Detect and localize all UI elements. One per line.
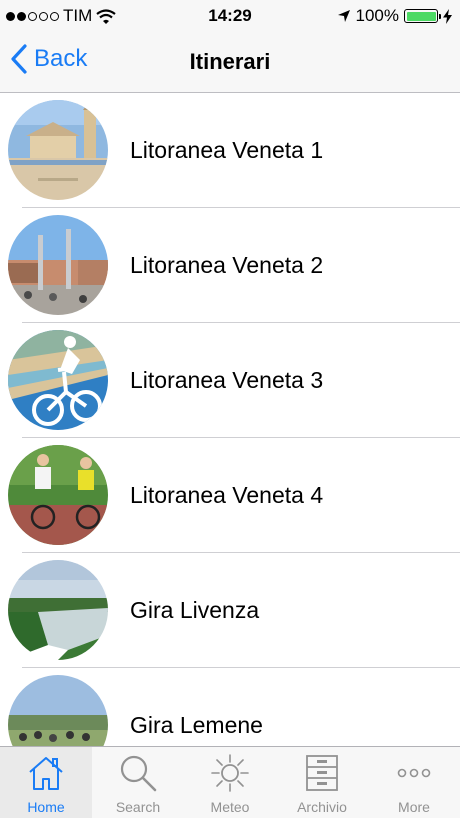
river-photo	[8, 560, 108, 660]
tab-archivio[interactable]: Archivio	[276, 747, 368, 818]
riverside-path-photo	[8, 675, 108, 746]
status-bar: TIM 14:29 100%	[0, 0, 460, 32]
list-item-label: Litoranea Veneta 3	[130, 367, 324, 393]
page-title: Itinerari	[189, 49, 271, 74]
church-beach-photo	[8, 100, 108, 200]
tab-bar: Home Search Meteo Archivio More	[0, 746, 460, 818]
cyclists-photo	[8, 445, 108, 545]
list-item[interactable]: Litoranea Veneta 1	[0, 93, 460, 208]
town-square-photo	[8, 215, 108, 315]
tab-label: Archivio	[297, 799, 347, 815]
tab-search[interactable]: Search	[92, 747, 184, 818]
tab-label: Search	[115, 799, 161, 815]
tab-more[interactable]: More	[368, 747, 460, 818]
list-item[interactable]: Litoranea Veneta 4	[0, 438, 460, 553]
archive-icon	[306, 755, 338, 791]
list-item-label: Gira Livenza	[130, 597, 260, 623]
battery-fill	[406, 11, 436, 21]
home-icon	[29, 757, 63, 790]
list-item-label: Litoranea Veneta 2	[130, 252, 324, 278]
battery-percent: 100%	[355, 6, 399, 25]
tab-label: More	[398, 799, 430, 815]
cyclist-silhouette-photo	[8, 330, 108, 430]
list-item[interactable]: Litoranea Veneta 3	[0, 323, 460, 438]
tab-label: Meteo	[210, 799, 250, 815]
list-item-label: Gira Lemene	[130, 712, 263, 738]
location-arrow-icon	[337, 10, 350, 22]
list-item[interactable]: Gira Livenza	[0, 553, 460, 668]
tab-meteo[interactable]: Meteo	[184, 747, 276, 818]
more-icon	[397, 768, 431, 778]
list-item[interactable]: Litoranea Veneta 2	[0, 208, 460, 323]
status-right: 100%	[337, 6, 452, 26]
charging-bolt-icon	[443, 8, 452, 24]
search-icon	[120, 755, 157, 792]
list-item[interactable]: Gira Lemene	[0, 668, 460, 746]
list-item-label: Litoranea Veneta 4	[130, 482, 324, 508]
battery-icon	[404, 9, 441, 23]
itinerary-list: Litoranea Veneta 1 Litoranea Veneta 2 Li…	[0, 93, 460, 746]
tab-label: Home	[27, 799, 65, 815]
sun-icon	[211, 754, 249, 792]
navigation-bar: Back Itinerari	[0, 32, 460, 93]
list-item-label: Litoranea Veneta 1	[130, 137, 324, 163]
tab-home[interactable]: Home	[0, 747, 92, 818]
